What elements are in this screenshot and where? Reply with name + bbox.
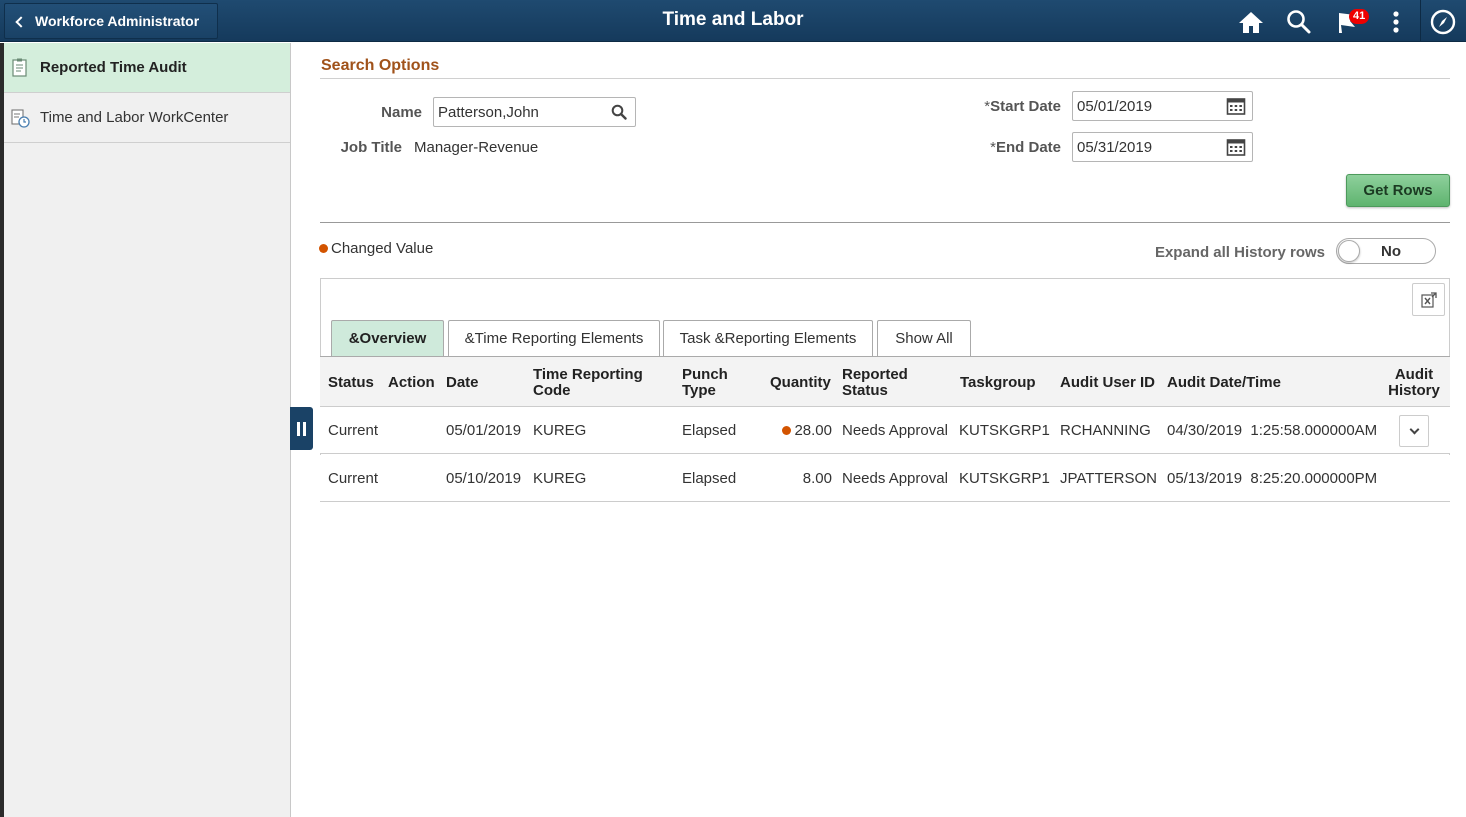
column-header-taskgroup[interactable]: Taskgroup xyxy=(960,375,1036,391)
tab-task-reporting-elements[interactable]: Task &Reporting Elements xyxy=(663,320,873,356)
job-title-value: Manager-Revenue xyxy=(414,139,539,156)
section-rule xyxy=(320,78,1450,79)
header-line: Reported xyxy=(842,366,908,383)
cell-date: 05/10/2019 xyxy=(446,470,522,487)
search-icon[interactable] xyxy=(607,100,631,124)
calendar-icon[interactable] xyxy=(1224,135,1248,159)
job-title-label: Job Title xyxy=(340,139,402,156)
sidebar-item-label: Reported Time Audit xyxy=(40,59,187,76)
table-row: Current 05/10/2019 KUREG Elapsed 8.00 Ne… xyxy=(320,455,1450,502)
column-header-status[interactable]: Status xyxy=(328,375,374,391)
column-header-date[interactable]: Date xyxy=(446,375,479,391)
header-line: Status xyxy=(842,382,888,399)
changed-value-label: Changed Value xyxy=(331,240,434,257)
cell-taskgroup: KUTSKGRP1 xyxy=(959,470,1050,487)
more-options-icon[interactable] xyxy=(1380,6,1412,38)
cell-quantity: 8.00 xyxy=(802,470,832,487)
cell-audit-date-time: 04/30/2019 1:25:58.000000AM xyxy=(1167,422,1378,439)
changed-value-legend: Changed Value xyxy=(319,240,433,257)
app-header: Workforce Administrator Time and Labor 4… xyxy=(0,0,1466,42)
cell-status: Current xyxy=(328,422,379,439)
changed-value-dot xyxy=(782,426,792,435)
header-line: Time Reporting xyxy=(533,366,643,383)
header-line: Code xyxy=(533,382,571,399)
back-button-label: Workforce Administrator xyxy=(35,13,200,29)
cell-date: 05/01/2019 xyxy=(446,422,522,439)
toggle-knob xyxy=(1338,240,1360,262)
cell-audit-user: JPATTERSON xyxy=(1060,470,1157,487)
chevron-down-icon xyxy=(1409,424,1419,434)
expand-history-label: Expand all History rows xyxy=(1154,244,1325,261)
workcenter-clock-icon xyxy=(10,108,30,128)
end-date-label-text: End Date xyxy=(995,139,1061,156)
cell-reported-status: Needs Approval xyxy=(842,470,948,487)
audit-report-icon xyxy=(10,58,30,78)
header-line: Punch xyxy=(682,366,728,383)
sidebar-item-time-and-labor-workcenter[interactable]: Time and Labor WorkCenter xyxy=(4,93,290,143)
cell-status: Current xyxy=(328,470,379,487)
header-line: History xyxy=(1388,382,1440,399)
calendar-icon[interactable] xyxy=(1224,94,1248,118)
column-header-audit-user-id[interactable]: Audit User ID xyxy=(1060,375,1155,391)
grid-header: Status Action Date Time Reporting Code P… xyxy=(320,356,1450,407)
navbar-compass-icon[interactable] xyxy=(1427,6,1459,38)
column-header-quantity[interactable]: Quantity xyxy=(770,375,831,391)
cell-trc: KUREG xyxy=(533,470,587,487)
home-icon[interactable] xyxy=(1235,6,1267,38)
cell-trc: KUREG xyxy=(533,422,587,439)
sidebar-item-label: Time and Labor WorkCenter xyxy=(40,109,229,126)
sidebar-item-reported-time-audit[interactable]: Reported Time Audit xyxy=(4,43,290,93)
cell-quantity: 28.00 xyxy=(770,422,832,439)
quantity-value: 28.00 xyxy=(794,422,832,439)
cell-punch-type: Elapsed xyxy=(682,470,737,487)
start-date-field[interactable]: 05/01/2019 xyxy=(1072,91,1253,121)
export-icon xyxy=(1420,291,1437,308)
name-field-value: Patterson,John xyxy=(438,103,539,121)
table-row: Current 05/01/2019 KUREG Elapsed 28.00 N… xyxy=(320,407,1450,454)
header-line: Audit xyxy=(1394,366,1434,383)
cell-audit-user: RCHANNING xyxy=(1060,422,1151,439)
name-label: Name xyxy=(381,104,422,121)
column-header-audit-history: Audit History xyxy=(1386,367,1442,399)
toggle-value: No xyxy=(1381,243,1401,260)
search-icon[interactable] xyxy=(1283,6,1315,38)
chevron-left-icon xyxy=(15,15,27,28)
column-header-time-reporting-code[interactable]: Time Reporting Code xyxy=(533,367,643,399)
cell-punch-type: Elapsed xyxy=(682,422,737,439)
divider xyxy=(320,222,1450,223)
header-separator xyxy=(1420,0,1421,42)
start-date-value: 05/01/2019 xyxy=(1077,97,1153,115)
side-navigation: Reported Time Audit Time and Labor WorkC… xyxy=(0,43,291,817)
cell-reported-status: Needs Approval xyxy=(842,422,948,439)
header-line: Type xyxy=(682,382,716,399)
column-header-reported-status[interactable]: Reported Status xyxy=(842,367,908,399)
collapse-sidebar-button[interactable] xyxy=(290,407,313,450)
export-to-excel-button[interactable] xyxy=(1412,283,1445,316)
audit-history-expand-button[interactable] xyxy=(1399,415,1429,447)
get-rows-button[interactable]: Get Rows xyxy=(1346,174,1450,207)
cell-taskgroup: KUTSKGRP1 xyxy=(959,422,1050,439)
tab-show-all[interactable]: Show All xyxy=(877,320,971,356)
section-title-search-options: Search Options xyxy=(321,57,440,74)
start-date-label: *Start Date xyxy=(960,98,1061,115)
end-date-value: 05/31/2019 xyxy=(1077,138,1153,156)
column-header-audit-date-time[interactable]: Audit Date/Time xyxy=(1167,375,1281,391)
column-header-punch-type[interactable]: Punch Type xyxy=(682,367,728,399)
pause-bar xyxy=(297,421,300,436)
tab-time-reporting-elements[interactable]: &Time Reporting Elements xyxy=(448,320,660,356)
tab-overview[interactable]: &Overview xyxy=(331,320,444,356)
notification-badge: 41 xyxy=(1349,9,1370,24)
end-date-label: *End Date xyxy=(960,139,1061,156)
name-field[interactable]: Patterson,John xyxy=(433,97,636,127)
end-date-field[interactable]: 05/31/2019 xyxy=(1072,132,1253,162)
expand-history-toggle[interactable]: No xyxy=(1336,238,1436,264)
changed-value-dot xyxy=(319,244,328,253)
pause-bar xyxy=(303,421,306,436)
start-date-label-text: Start Date xyxy=(990,98,1061,115)
cell-audit-date-time: 05/13/2019 8:25:20.000000PM xyxy=(1167,470,1378,487)
back-button[interactable]: Workforce Administrator xyxy=(4,3,218,39)
column-header-action[interactable]: Action xyxy=(388,375,435,391)
